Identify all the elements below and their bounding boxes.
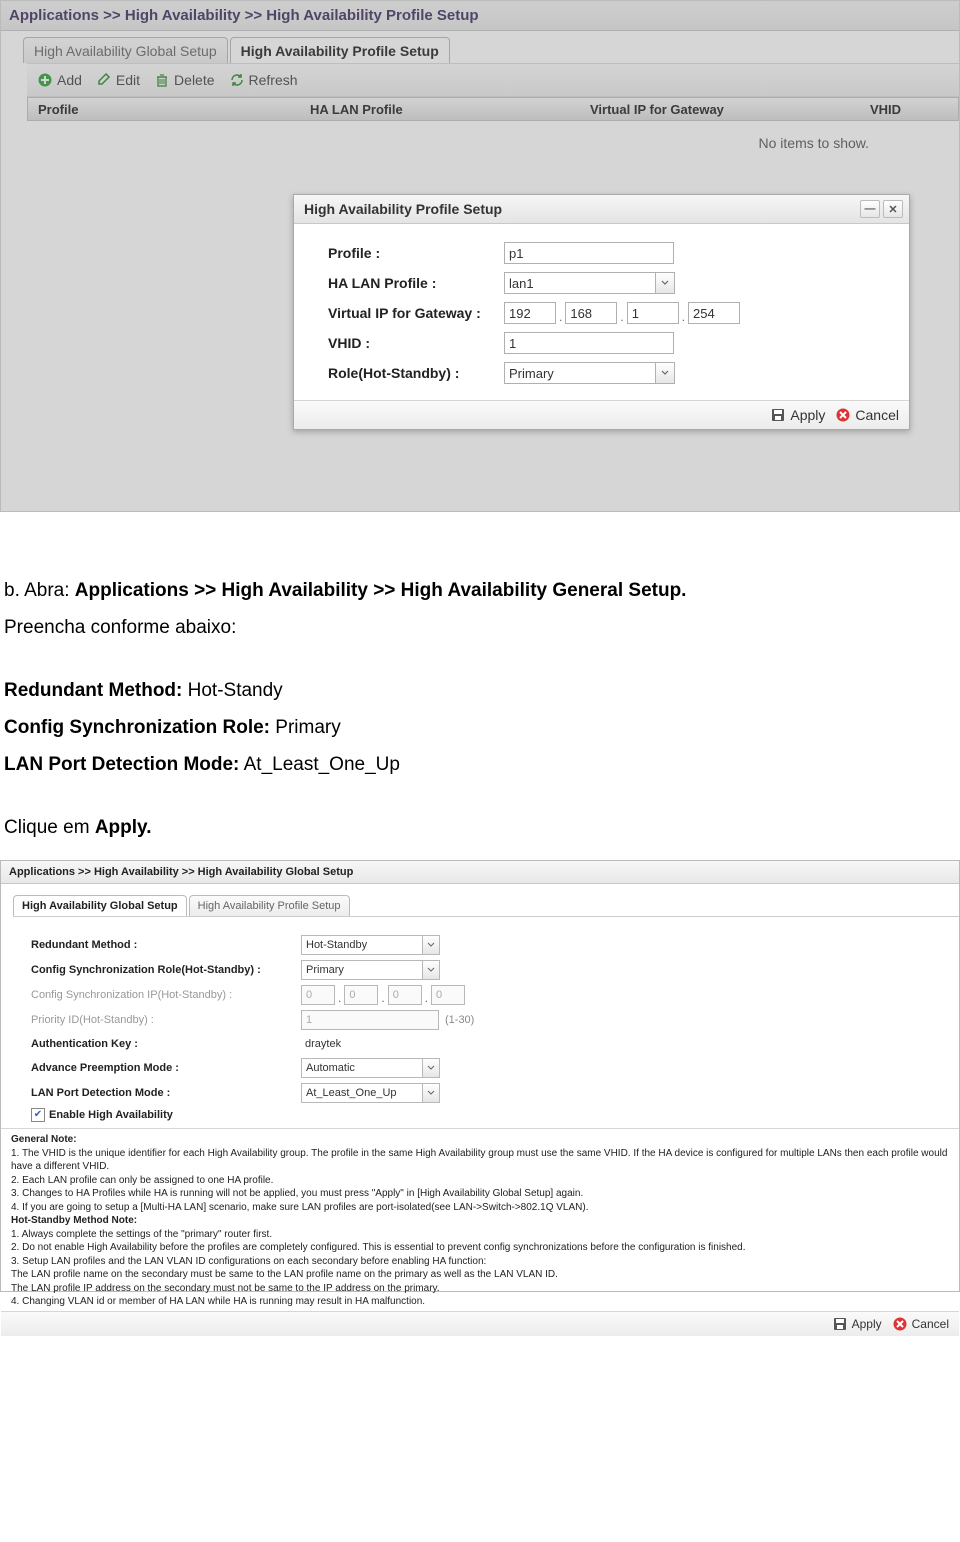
detection-mode-select[interactable] — [301, 1083, 440, 1103]
chevron-down-icon[interactable] — [655, 272, 675, 294]
chevron-down-icon[interactable] — [422, 1083, 440, 1103]
edit-button[interactable]: Edit — [96, 72, 140, 88]
vhid-input[interactable] — [504, 332, 674, 354]
screenshot-global-setup: Applications >> High Availability >> Hig… — [0, 860, 960, 1292]
enable-ha-checkbox[interactable]: ✔ Enable High Availability — [31, 1108, 945, 1122]
priority-id-input — [301, 1010, 439, 1030]
tab-global-setup[interactable]: High Availability Global Setup — [23, 37, 228, 63]
minimize-button[interactable]: — — [860, 200, 880, 218]
apply-button[interactable]: Apply — [770, 407, 825, 423]
halan-select[interactable] — [504, 272, 675, 294]
refresh-button[interactable]: Refresh — [229, 72, 298, 88]
cancel-icon — [892, 1316, 908, 1332]
preemption-select[interactable] — [301, 1058, 440, 1078]
tab-profile-setup[interactable]: High Availability Profile Setup — [189, 895, 350, 916]
label-priority-id: Priority ID(Hot-Standby) : — [31, 1014, 301, 1026]
sync-role-select[interactable] — [301, 960, 440, 980]
vip-oct4[interactable] — [688, 302, 740, 324]
cancel-button[interactable]: Cancel — [835, 407, 899, 423]
add-button[interactable]: Add — [37, 72, 82, 88]
tabs: High Availability Global Setup High Avai… — [1, 33, 959, 63]
refresh-icon — [229, 72, 245, 88]
chevron-down-icon[interactable] — [655, 362, 675, 384]
dialog-profile-setup: High Availability Profile Setup — ✕ Prof… — [293, 194, 910, 430]
add-icon — [37, 72, 53, 88]
vip-oct3[interactable] — [627, 302, 679, 324]
label-redundant-method: Redundant Method : — [31, 939, 301, 951]
delete-icon — [154, 72, 170, 88]
role-select[interactable] — [504, 362, 675, 384]
sync-ip-oct2 — [344, 985, 378, 1005]
checkbox-icon[interactable]: ✔ — [31, 1108, 45, 1122]
col-vhid: VHID — [860, 102, 911, 117]
close-button[interactable]: ✕ — [883, 200, 903, 218]
tabs: High Availability Global Setup High Avai… — [1, 886, 959, 916]
label-auth-key: Authentication Key : — [31, 1038, 301, 1050]
dialog-title: High Availability Profile Setup — [304, 201, 502, 217]
label-sync-ip: Config Synchronization IP(Hot-Standby) : — [31, 989, 301, 1001]
edit-icon — [96, 72, 112, 88]
label-profile: Profile : — [328, 245, 504, 261]
label-detection-mode: LAN Port Detection Mode : — [31, 1087, 301, 1099]
auth-key-input[interactable] — [301, 1035, 437, 1053]
sync-ip-oct4 — [431, 985, 465, 1005]
col-vip: Virtual IP for Gateway — [580, 102, 860, 117]
tab-profile-setup[interactable]: High Availability Profile Setup — [230, 37, 450, 63]
redundant-method-select[interactable] — [301, 935, 440, 955]
table-header: Profile HA LAN Profile Virtual IP for Ga… — [27, 97, 959, 121]
label-vip: Virtual IP for Gateway : — [328, 305, 504, 321]
apply-button[interactable]: Apply — [832, 1316, 882, 1332]
breadcrumb: Applications >> High Availability >> Hig… — [1, 861, 959, 884]
sync-ip-oct1 — [301, 985, 335, 1005]
chevron-down-icon[interactable] — [422, 1058, 440, 1078]
chevron-down-icon[interactable] — [422, 935, 440, 955]
breadcrumb: Applications >> High Availability >> Hig… — [1, 1, 959, 31]
col-profile: Profile — [28, 102, 300, 117]
label-preemption: Advance Preemption Mode : — [31, 1062, 301, 1074]
vip-oct1[interactable] — [504, 302, 556, 324]
save-icon — [770, 407, 786, 423]
label-sync-role: Config Synchronization Role(Hot-Standby)… — [31, 964, 301, 976]
col-halan: HA LAN Profile — [300, 102, 580, 117]
screenshot-profile-setup: Applications >> High Availability >> Hig… — [0, 0, 960, 512]
instruction-text: b. Abra: Applications >> High Availabili… — [0, 542, 960, 856]
general-notes: General Note: 1. The VHID is the unique … — [1, 1128, 959, 1311]
save-icon — [832, 1316, 848, 1332]
priority-hint: (1-30) — [445, 1014, 474, 1026]
vip-oct2[interactable] — [565, 302, 617, 324]
delete-button[interactable]: Delete — [154, 72, 214, 88]
cancel-icon — [835, 407, 851, 423]
empty-message: No items to show. — [1, 121, 959, 151]
chevron-down-icon[interactable] — [422, 960, 440, 980]
profile-input[interactable] — [504, 242, 674, 264]
cancel-button[interactable]: Cancel — [892, 1316, 949, 1332]
label-vhid: VHID : — [328, 335, 504, 351]
label-role: Role(Hot-Standby) : — [328, 365, 504, 381]
toolbar: Add Edit Delete Refresh — [27, 63, 959, 97]
sync-ip-oct3 — [388, 985, 422, 1005]
label-halan: HA LAN Profile : — [328, 275, 504, 291]
tab-global-setup[interactable]: High Availability Global Setup — [13, 895, 187, 916]
